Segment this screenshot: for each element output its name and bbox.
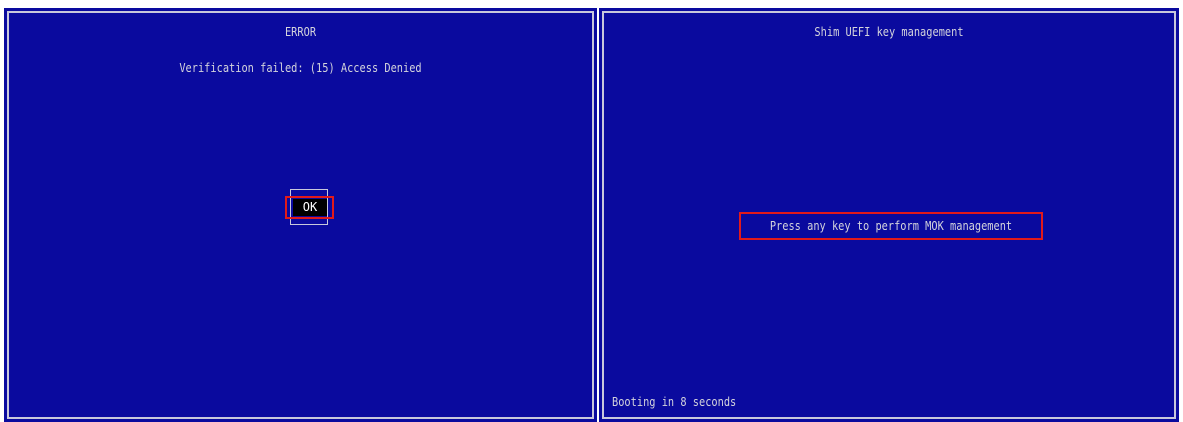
shim-key-management-screen: Shim UEFI key management Press any key t… (599, 8, 1179, 422)
error-title: ERROR (284, 25, 317, 39)
mok-management-prompt-label: Press any key to perform MOK management (769, 219, 1013, 233)
error-message: Verification failed: (15) Access Denied (179, 61, 422, 75)
shim-title: Shim UEFI key management (814, 25, 964, 39)
ok-button-highlight[interactable] (285, 196, 334, 219)
boot-countdown: Booting in 8 seconds (612, 395, 737, 409)
mok-management-prompt[interactable]: Press any key to perform MOK management (739, 212, 1043, 240)
error-screen: ERROR Verification failed: (15) Access D… (4, 8, 597, 422)
